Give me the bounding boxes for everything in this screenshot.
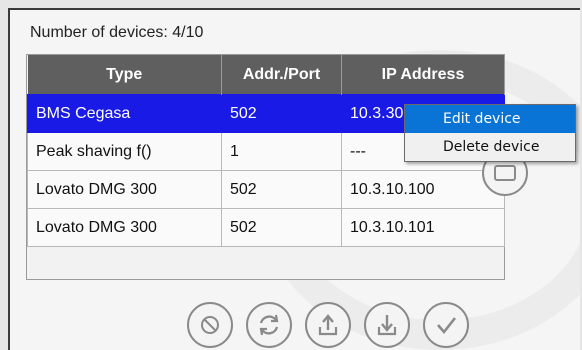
confirm-button[interactable]	[423, 302, 469, 348]
column-header-ip-address[interactable]: IP Address	[341, 55, 505, 95]
download-icon	[377, 315, 397, 336]
cell-type: BMS Cegasa	[27, 94, 222, 133]
cell-type: Peak shaving f()	[27, 132, 222, 171]
confirm-icon	[437, 317, 457, 335]
device-count-label: Number of devices: 4/10	[30, 24, 204, 41]
column-header-addr-port[interactable]: Addr./Port	[221, 55, 342, 95]
cell-type: Lovato DMG 300	[27, 170, 222, 209]
refresh-icon	[259, 314, 279, 336]
device-table: Type Addr./Port IP Address BMS Cegasa 50…	[26, 54, 505, 280]
column-header-type[interactable]: Type	[27, 55, 222, 95]
upload-button[interactable]	[305, 302, 351, 348]
row-context-menu: Edit device Delete device	[404, 104, 576, 162]
device-panel: Number of devices: 4/10 Type Addr./Port …	[8, 8, 580, 350]
menu-item-delete-device[interactable]: Delete device	[405, 133, 575, 161]
table-row[interactable]: Lovato DMG 300 502 10.3.10.101	[27, 208, 505, 247]
refresh-button[interactable]	[246, 302, 292, 348]
device-settings-icon	[494, 165, 516, 181]
menu-item-edit-device[interactable]: Edit device	[405, 105, 575, 133]
cell-type: Lovato DMG 300	[27, 208, 222, 247]
cell-addr: 502	[221, 170, 342, 209]
table-row[interactable]: Lovato DMG 300 502 10.3.10.100	[27, 170, 505, 209]
cancel-button[interactable]	[187, 302, 233, 348]
action-toolbar	[187, 302, 469, 348]
cell-addr: 502	[221, 208, 342, 247]
table-header-row: Type Addr./Port IP Address	[27, 55, 505, 95]
cell-ip: 10.3.10.101	[341, 208, 505, 247]
cell-addr: 502	[221, 94, 342, 133]
upload-icon	[318, 314, 338, 336]
download-button[interactable]	[364, 302, 410, 348]
cancel-icon	[201, 316, 219, 334]
cell-ip: 10.3.10.100	[341, 170, 505, 209]
cell-addr: 1	[221, 132, 342, 171]
